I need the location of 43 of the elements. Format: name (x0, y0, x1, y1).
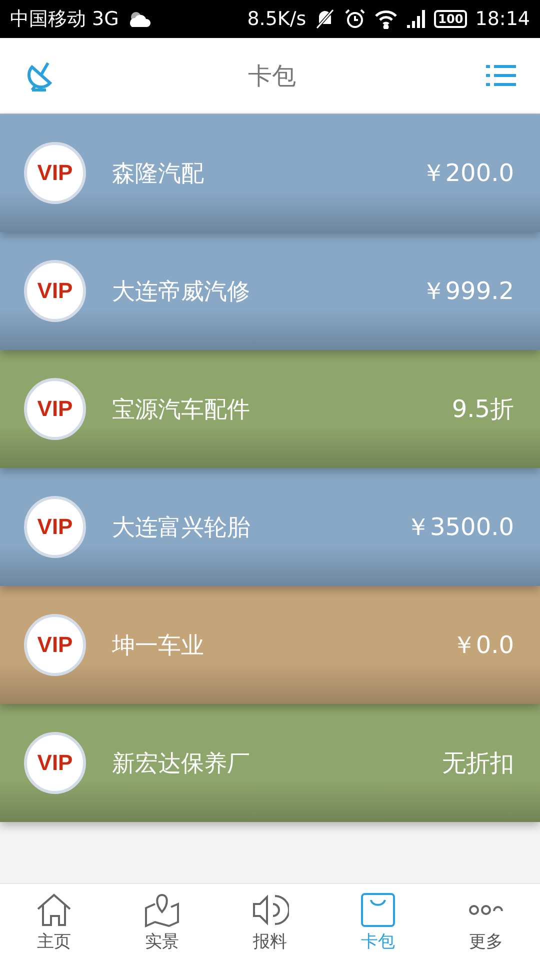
menu-icon[interactable] (486, 64, 516, 88)
vip-card[interactable]: VIP 大连帝威汽修 ￥999.2 (0, 232, 540, 350)
carrier-text: 中国移动 3G (10, 7, 119, 32)
vip-card[interactable]: VIP 坤一车业 ￥0.0 (0, 586, 540, 704)
store-name: 坤一车业 (112, 632, 205, 660)
store-name: 宝源汽车配件 (112, 396, 251, 424)
muted-bell-icon (314, 8, 336, 30)
vip-badge: VIP (24, 496, 86, 558)
more-icon (468, 904, 504, 914)
wifi-icon (374, 9, 398, 29)
vip-badge: VIP (24, 378, 86, 440)
vip-card[interactable]: VIP 新宏达保养厂 无折扣 (0, 704, 540, 822)
nav-tab[interactable]: 主页 (0, 884, 108, 960)
alarm-icon (344, 8, 366, 30)
card-value: ￥3500.0 (406, 512, 514, 543)
vip-card[interactable]: VIP 大连富兴轮胎 ￥3500.0 (0, 468, 540, 586)
card-value: ￥200.0 (421, 158, 514, 189)
nav-tab[interactable]: 实景 (108, 884, 216, 960)
store-name: 新宏达保养厂 (112, 750, 251, 778)
nav-tab[interactable]: 卡包 (324, 884, 432, 960)
vip-card[interactable]: VIP 森隆汽配 ￥200.0 (0, 114, 540, 232)
vip-badge: VIP (24, 614, 86, 676)
nav-tab[interactable]: 报料 (216, 884, 324, 960)
card-value: 9.5折 (452, 394, 514, 425)
card-value: 无折扣 (442, 748, 514, 779)
nav-tab[interactable]: 更多 (432, 884, 540, 960)
signal-icon (406, 9, 426, 29)
vip-badge: VIP (24, 260, 86, 322)
home-icon (35, 892, 73, 928)
map-pin-icon (143, 892, 181, 928)
page-title: 卡包 (248, 60, 296, 92)
store-name: 大连富兴轮胎 (112, 514, 251, 542)
store-name: 大连帝威汽修 (112, 278, 251, 306)
store-name: 森隆汽配 (112, 160, 205, 188)
card-value: ￥999.2 (421, 276, 514, 307)
clock-time: 18:14 (475, 8, 530, 30)
bag-icon (359, 892, 397, 928)
battery-level: 100 (434, 10, 468, 28)
vip-card[interactable]: VIP 宝源汽车配件 9.5折 (0, 350, 540, 468)
card-value: ￥0.0 (452, 630, 514, 661)
vip-badge: VIP (24, 142, 86, 204)
vip-badge: VIP (24, 732, 86, 794)
network-speed: 8.5K/s (247, 8, 306, 30)
